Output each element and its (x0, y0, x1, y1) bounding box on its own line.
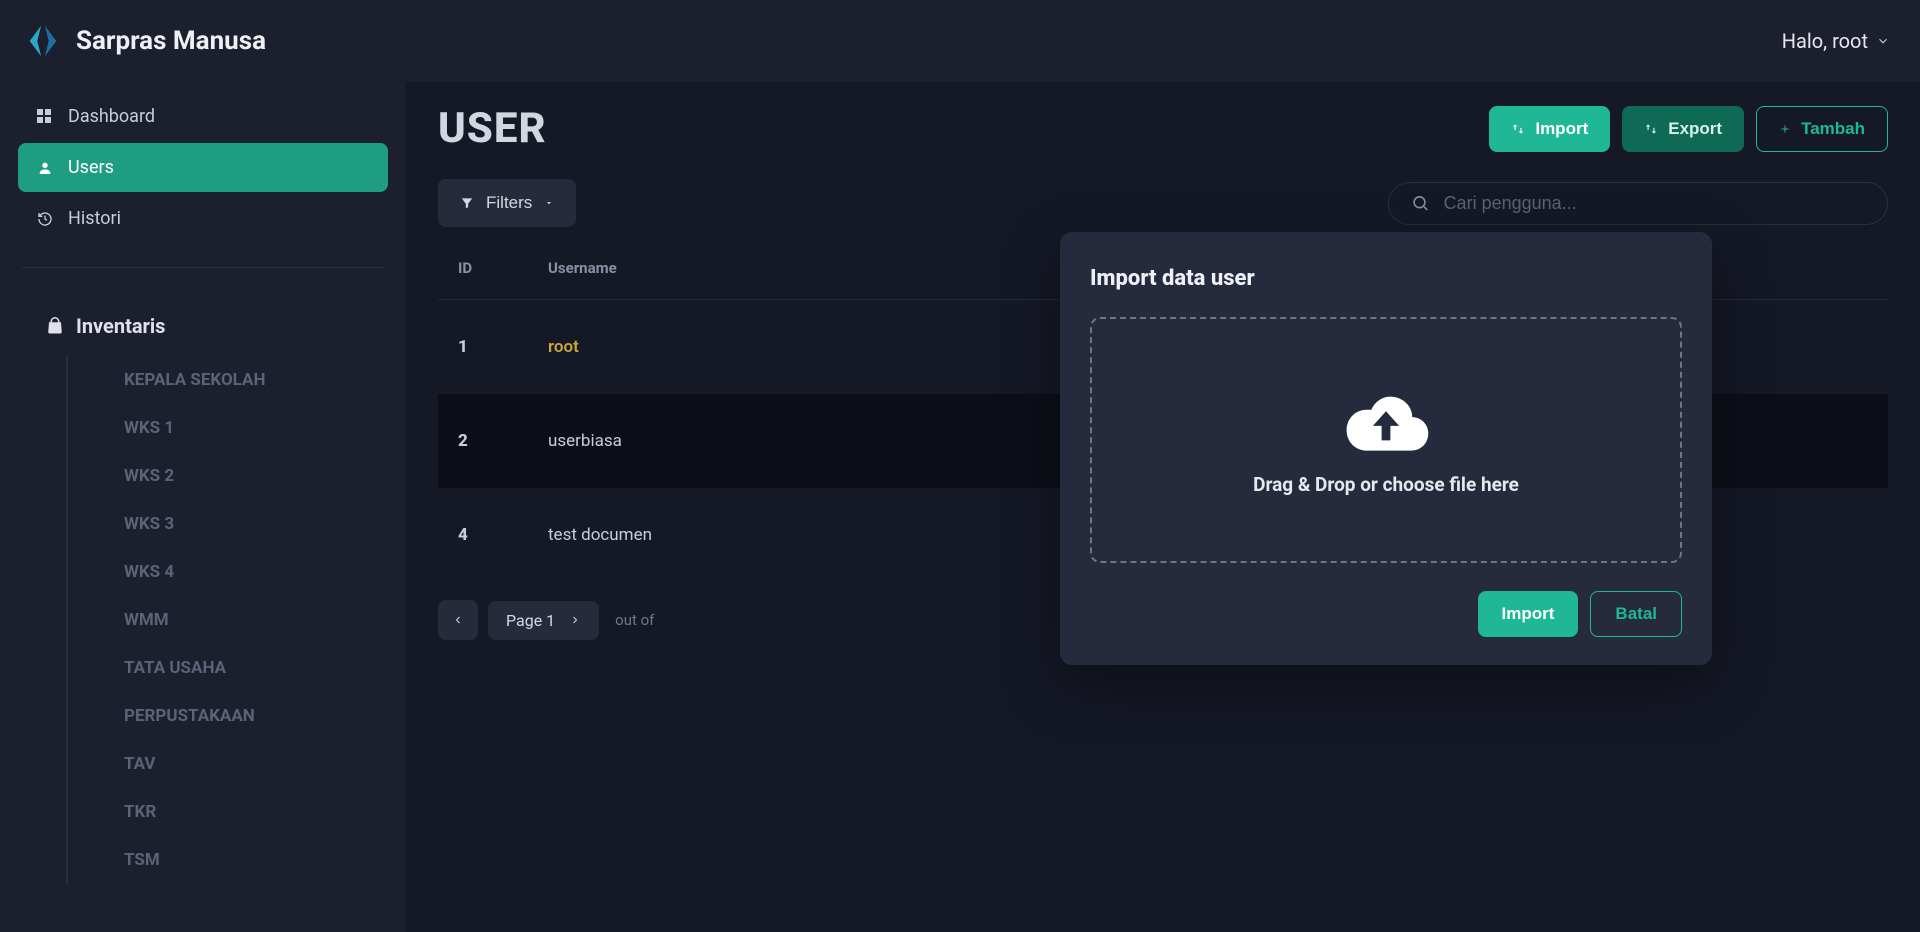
header-actions: Import Export Tambah (1489, 106, 1888, 152)
cell-id: 2 (438, 394, 528, 488)
add-button-label: Tambah (1801, 119, 1865, 139)
chevron-down-icon (1876, 34, 1890, 48)
inventaris-item[interactable]: PERPUSTAKAAN (66, 692, 388, 740)
dropzone-text: Drag & Drop or choose file here (1253, 473, 1519, 496)
main-content: USER Import Export Tambah Filters (406, 82, 1920, 932)
brand: Sarpras Manusa (24, 22, 266, 60)
inventaris-item[interactable]: WKS 2 (66, 452, 388, 500)
sidebar-section-label: Inventaris (76, 314, 165, 338)
cloud-upload-icon (1338, 385, 1434, 455)
swap-icon (1511, 122, 1525, 136)
caret-down-icon (544, 198, 554, 208)
inventaris-item[interactable]: KEPALA SEKOLAH (66, 356, 388, 404)
bag-icon (46, 317, 64, 335)
dropzone[interactable]: Drag & Drop or choose file here (1090, 317, 1682, 563)
export-button[interactable]: Export (1622, 106, 1744, 152)
inventaris-item[interactable]: TKR (66, 788, 388, 836)
sidebar-divider (22, 267, 384, 268)
funnel-icon (460, 196, 474, 210)
filters-button-label: Filters (486, 193, 532, 213)
inventaris-item[interactable]: WKS 3 (66, 500, 388, 548)
page-title: USER (438, 104, 547, 153)
topbar: Sarpras Manusa Halo, root (0, 0, 1920, 82)
brand-name: Sarpras Manusa (76, 26, 266, 56)
cell-id: 1 (438, 300, 528, 395)
user-menu[interactable]: Halo, root (1782, 29, 1890, 53)
history-icon (36, 210, 54, 228)
import-modal: Import data user Drag & Drop or choose f… (1060, 232, 1712, 665)
pager-page-label: Page 1 (506, 611, 555, 630)
search-icon (1411, 193, 1430, 213)
inventaris-item[interactable]: WKS 4 (66, 548, 388, 596)
export-button-label: Export (1668, 119, 1722, 139)
inventaris-item[interactable]: TAV (66, 740, 388, 788)
sidebar-item-histori[interactable]: Histori (18, 194, 388, 243)
inventaris-item[interactable]: TSM (66, 836, 388, 884)
sidebar-item-label: Histori (68, 208, 121, 229)
sidebar-item-label: Users (68, 157, 114, 178)
plus-icon (1779, 123, 1791, 135)
add-button[interactable]: Tambah (1756, 106, 1888, 152)
toolbar: Filters (438, 179, 1888, 227)
pager-out-of: out of (615, 611, 654, 629)
chevron-right-icon (569, 614, 581, 626)
chevron-left-icon (452, 614, 464, 626)
sidebar: Dashboard Users Histori Inventaris KEPAL… (0, 82, 406, 932)
cell-id: 4 (438, 488, 528, 582)
import-button[interactable]: Import (1489, 106, 1610, 152)
filters-button[interactable]: Filters (438, 179, 576, 227)
sidebar-item-label: Dashboard (68, 106, 155, 127)
import-button-label: Import (1535, 119, 1588, 139)
sidebar-section-inventaris[interactable]: Inventaris (18, 306, 388, 356)
search-input[interactable] (1444, 193, 1865, 214)
modal-import-button[interactable]: Import (1478, 591, 1579, 637)
user-icon (36, 159, 54, 177)
pager-prev-button[interactable] (438, 600, 478, 640)
modal-actions: Import Batal (1090, 591, 1682, 637)
user-greeting: Halo, root (1782, 29, 1868, 53)
inventaris-item[interactable]: WMM (66, 596, 388, 644)
modal-cancel-button[interactable]: Batal (1590, 591, 1682, 637)
page-header: USER Import Export Tambah (438, 104, 1888, 153)
brand-logo-icon (24, 22, 62, 60)
inventaris-item[interactable]: TATA USAHA (66, 644, 388, 692)
sidebar-item-users[interactable]: Users (18, 143, 388, 192)
inventaris-item[interactable]: WKS 1 (66, 404, 388, 452)
username-link[interactable]: root (548, 337, 579, 357)
grid-icon (36, 108, 54, 126)
modal-title: Import data user (1090, 266, 1682, 291)
swap-icon (1644, 122, 1658, 136)
sidebar-item-dashboard[interactable]: Dashboard (18, 92, 388, 141)
th-id: ID (438, 241, 528, 300)
search-wrap[interactable] (1388, 182, 1888, 225)
pager-page-pill[interactable]: Page 1 (488, 601, 599, 640)
